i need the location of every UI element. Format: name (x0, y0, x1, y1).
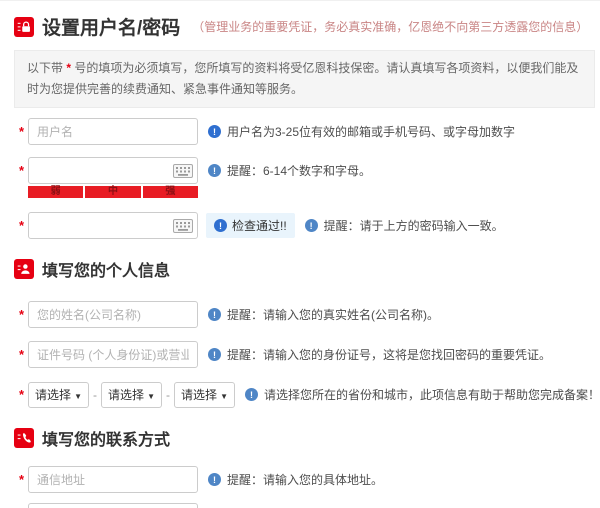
strength-medium: 中 (85, 186, 140, 198)
info-icon (208, 473, 221, 486)
address-row: * 提醒：请输入您的具体地址。 (14, 466, 600, 493)
address-hint: 提醒：请输入您的具体地址。 (208, 471, 383, 488)
required-mark: * (14, 381, 28, 408)
strength-strong: 强 (143, 186, 198, 198)
real-name-input[interactable] (28, 301, 198, 328)
section-contact-header: 填写您的联系方式 (14, 426, 600, 450)
required-mark: * (14, 503, 28, 508)
username-hint-text: 用户名为3-25位有效的邮箱或手机号码、或字母加数字 (227, 123, 515, 140)
password-row: * 提醒：6-14个数字和字母。 (14, 157, 600, 184)
city-select[interactable]: 请选择 (101, 382, 162, 408)
name-hint: 提醒：请输入您的真实姓名(公司名称)。 (208, 306, 439, 323)
phone-icon (14, 428, 34, 448)
id-hint-text: 提醒：请输入您的身份证号，这将是您找回密码的重要凭证。 (227, 346, 551, 363)
id-number-row: * 提醒：请输入您的身份证号，这将是您找回密码的重要凭证。 (14, 341, 600, 368)
address-input[interactable] (28, 466, 198, 493)
info-icon (208, 308, 221, 321)
info-icon (305, 219, 318, 232)
contact-person-input[interactable] (28, 503, 198, 508)
required-mark: * (14, 466, 28, 493)
password-hint: 提醒：6-14个数字和字母。 (208, 162, 371, 179)
section-personal-title: 填写您的个人信息 (42, 257, 170, 281)
info-icon (208, 164, 221, 177)
info-icon (245, 388, 258, 401)
region-hint-text: 请选择您所在的省份和城市，此项信息有助于帮助您完成备案！ (264, 386, 600, 403)
user-edit-icon (14, 259, 34, 279)
username-input[interactable] (28, 118, 198, 145)
required-mark: * (14, 157, 28, 184)
id-number-input[interactable] (28, 341, 198, 368)
region-separator: - (93, 388, 97, 402)
name-row: * 提醒：请输入您的真实姓名(公司名称)。 (14, 301, 600, 328)
required-mark: * (14, 212, 28, 239)
region-hint: 请选择您所在的省份和城市，此项信息有助于帮助您完成备案！ (245, 386, 600, 403)
registration-form: 设置用户名/密码 （管理业务的重要凭证，务必真实准确，亿恩绝不向第三方透露您的信… (0, 0, 600, 508)
notice-text-pre: 以下带 (27, 61, 66, 75)
confirm-password-row: * 检查通过!! 提醒：请于上方的密码输入一致。 (14, 212, 600, 239)
required-mark: * (14, 301, 28, 328)
district-select-value: 请选择 (181, 386, 217, 403)
section-contact-title: 填写您的联系方式 (42, 426, 170, 450)
region-row: * 请选择 - 请选择 - 请选择 请选择您所在的省份和城市，此项信息有助于帮助… (14, 381, 600, 408)
notice-box: 以下带 * 号的填项为必须填写，您所填写的资料将受亿恩科技保密。请认真填写各项资… (14, 50, 595, 108)
confirm-password-hint: 提醒：请于上方的密码输入一致。 (305, 217, 504, 234)
info-icon (214, 219, 227, 232)
validation-pass-badge: 检查通过!! (206, 213, 295, 238)
section-account-title: 设置用户名/密码 (42, 13, 180, 40)
required-mark: * (14, 118, 28, 145)
chevron-down-icon (147, 388, 155, 402)
password-strength-meter: 弱 中 强 (28, 186, 198, 198)
username-hint: 用户名为3-25位有效的邮箱或手机号码、或字母加数字 (208, 123, 515, 140)
confirm-password-hint-text: 提醒：请于上方的密码输入一致。 (324, 217, 504, 234)
chevron-down-icon (220, 388, 228, 402)
info-icon (208, 348, 221, 361)
required-mark: * (14, 341, 28, 368)
district-select[interactable]: 请选择 (174, 382, 235, 408)
chevron-down-icon (74, 388, 82, 402)
address-hint-text: 提醒：请输入您的具体地址。 (227, 471, 383, 488)
province-select-value: 请选择 (35, 386, 71, 403)
soft-keyboard-icon[interactable] (173, 164, 193, 183)
lock-icon (14, 17, 34, 37)
region-separator: - (166, 388, 170, 402)
username-row: * 用户名为3-25位有效的邮箱或手机号码、或字母加数字 (14, 118, 600, 145)
info-icon (208, 125, 221, 138)
soft-keyboard-icon[interactable] (173, 219, 193, 238)
section-account-subtitle: （管理业务的重要凭证，务必真实准确，亿恩绝不向第三方透露您的信息） (192, 18, 588, 35)
province-select[interactable]: 请选择 (28, 382, 89, 408)
validation-pass-text: 检查通过!! (232, 217, 287, 234)
name-hint-text: 提醒：请输入您的真实姓名(公司名称)。 (227, 306, 439, 323)
contact-person-row: * 提醒：请输入联系人。 (14, 503, 600, 508)
city-select-value: 请选择 (108, 386, 144, 403)
notice-text-post: 号的填项为必须填写，您所填写的资料将受亿恩科技保密。请认真填写各项资料，以便我们… (27, 61, 578, 96)
section-account-header: 设置用户名/密码 （管理业务的重要凭证，务必真实准确，亿恩绝不向第三方透露您的信… (14, 13, 600, 40)
strength-weak: 弱 (28, 186, 83, 198)
password-hint-text: 提醒：6-14个数字和字母。 (227, 162, 371, 179)
id-hint: 提醒：请输入您的身份证号，这将是您找回密码的重要凭证。 (208, 346, 551, 363)
section-personal-header: 填写您的个人信息 (14, 257, 600, 281)
